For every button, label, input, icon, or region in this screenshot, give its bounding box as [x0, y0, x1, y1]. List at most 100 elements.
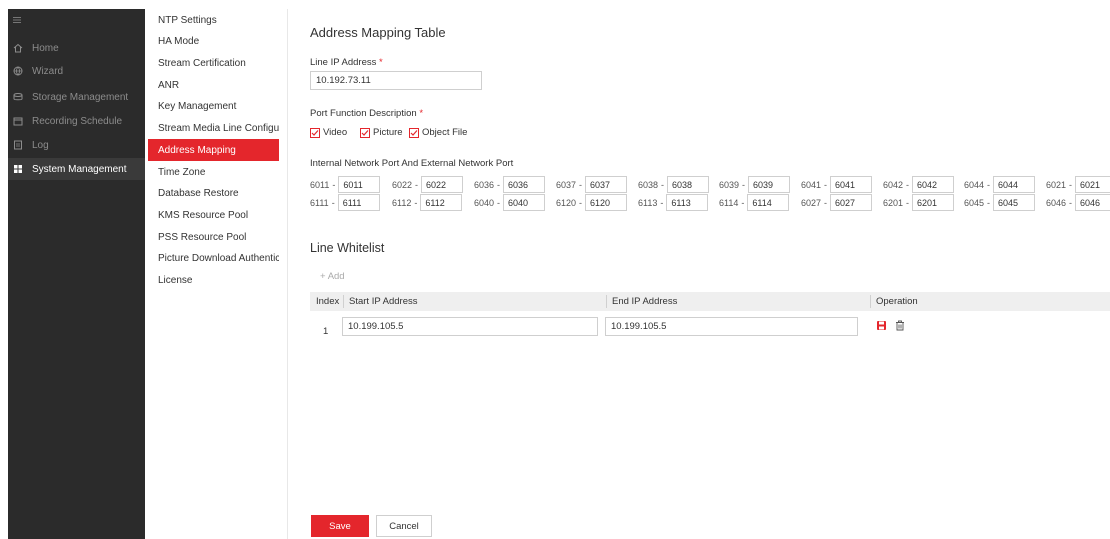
line-ip-label: Line IP Address * — [310, 57, 383, 68]
port-separator: - — [414, 197, 418, 208]
external-port-input[interactable]: 6113 — [666, 194, 709, 211]
main-content: Address Mapping Table Line IP Address * … — [289, 9, 1110, 539]
page-title: Address Mapping Table — [310, 25, 446, 40]
external-port-input[interactable]: 6021 — [1075, 176, 1110, 193]
sidebar-item-label: Log — [32, 139, 49, 151]
internal-port-label: 6120 — [556, 197, 577, 208]
sidebar-item-label: Home — [32, 42, 59, 54]
submenu: NTP Settings HA Mode Stream Certificatio… — [145, 9, 288, 539]
checkbox-picture[interactable]: Picture — [360, 127, 403, 138]
port-separator: - — [579, 197, 583, 208]
submenu-item-pss-resource-pool[interactable]: PSS Resource Pool — [148, 226, 279, 248]
port-separator: - — [906, 179, 910, 190]
port-pair: 6011-6011 — [310, 176, 381, 193]
submenu-item-ntp-settings[interactable]: NTP Settings — [148, 9, 279, 31]
port-pair: 6114-6114 — [719, 194, 790, 211]
submenu-item-picture-download[interactable]: Picture Download Authentica... — [148, 247, 279, 269]
port-pair: 6046-6046 — [1046, 194, 1110, 211]
checkbox-video[interactable]: Video — [310, 127, 347, 138]
external-port-input[interactable]: 6041 — [830, 176, 873, 193]
port-separator: - — [579, 179, 583, 190]
internal-port-label: 6040 — [474, 197, 495, 208]
trash-icon[interactable] — [895, 320, 905, 334]
main-sidebar: Home Wizard Storage Management Recording… — [8, 9, 145, 539]
internal-port-label: 6022 — [392, 179, 413, 190]
external-port-input[interactable]: 6040 — [503, 194, 546, 211]
external-port-input[interactable]: 6201 — [912, 194, 955, 211]
end-ip-input[interactable]: 10.199.105.5 — [605, 317, 858, 336]
submenu-item-stream-media-line[interactable]: Stream Media Line Configura... — [148, 117, 279, 139]
external-port-input[interactable]: 6044 — [993, 176, 1036, 193]
port-separator: - — [824, 179, 828, 190]
external-port-input[interactable]: 6036 — [503, 176, 546, 193]
port-mapping-label: Internal Network Port And External Netwo… — [310, 158, 514, 169]
line-ip-input[interactable]: 10.192.73.11 — [310, 71, 482, 90]
sidebar-item-storage-management[interactable]: Storage Management — [8, 86, 145, 108]
external-port-input[interactable]: 6042 — [912, 176, 955, 193]
external-port-input[interactable]: 6038 — [667, 176, 710, 193]
start-ip-input[interactable]: 10.199.105.5 — [342, 317, 598, 336]
sidebar-item-label: Recording Schedule — [32, 115, 123, 127]
checkbox-object-file[interactable]: Object File — [409, 127, 467, 138]
whitelist-table-header: Index Start IP Address End IP Address Op… — [310, 292, 1110, 311]
submenu-item-address-mapping[interactable]: Address Mapping — [148, 139, 279, 161]
sidebar-item-label: System Management — [32, 163, 127, 175]
internal-port-label: 6038 — [638, 179, 659, 190]
port-separator: - — [660, 197, 664, 208]
port-pair: 6111-6111 — [310, 194, 380, 211]
sidebar-item-label: Wizard — [32, 65, 64, 77]
port-separator: - — [741, 197, 745, 208]
checkmark-icon — [360, 127, 370, 138]
cancel-button[interactable]: Cancel — [376, 515, 432, 537]
internal-port-label: 6039 — [719, 179, 740, 190]
sidebar-item-recording-schedule[interactable]: Recording Schedule — [8, 110, 145, 132]
external-port-input[interactable]: 6039 — [748, 176, 791, 193]
internal-port-label: 6041 — [801, 179, 822, 190]
globe-icon — [12, 65, 24, 77]
menu-toggle[interactable] — [8, 9, 145, 31]
submenu-item-ha-mode[interactable]: HA Mode — [148, 30, 279, 52]
external-port-input[interactable]: 6046 — [1075, 194, 1110, 211]
add-button[interactable]: + Add — [320, 271, 345, 282]
submenu-item-anr[interactable]: ANR — [148, 74, 279, 96]
external-port-input[interactable]: 6111 — [337, 194, 380, 211]
submenu-item-kms-resource-pool[interactable]: KMS Resource Pool — [148, 204, 279, 226]
external-port-input[interactable]: 6011 — [338, 176, 381, 193]
column-header-start-ip: Start IP Address — [349, 296, 418, 307]
save-row-icon[interactable] — [876, 320, 887, 334]
home-icon — [12, 42, 24, 54]
sidebar-item-wizard[interactable]: Wizard — [8, 60, 145, 82]
checkmark-icon — [310, 127, 320, 138]
menu-icon[interactable] — [12, 15, 22, 25]
external-port-input[interactable]: 6037 — [585, 176, 628, 193]
submenu-item-stream-certification[interactable]: Stream Certification — [148, 52, 279, 74]
external-port-input[interactable]: 6112 — [420, 194, 463, 211]
port-pair: 6041-6041 — [801, 176, 873, 193]
port-pair: 6045-6045 — [964, 194, 1036, 211]
sidebar-item-home[interactable]: Home — [8, 37, 145, 59]
port-pair: 6022-6022 — [392, 176, 464, 193]
external-port-input[interactable]: 6045 — [993, 194, 1036, 211]
port-separator: - — [906, 197, 910, 208]
submenu-item-database-restore[interactable]: Database Restore — [148, 182, 279, 204]
external-port-input[interactable]: 6114 — [747, 194, 790, 211]
port-pair: 6039-6039 — [719, 176, 791, 193]
external-port-input[interactable]: 6022 — [421, 176, 464, 193]
save-button[interactable]: Save — [311, 515, 369, 537]
external-port-input[interactable]: 6120 — [585, 194, 628, 211]
external-port-input[interactable]: 6027 — [830, 194, 873, 211]
sidebar-item-label: Storage Management — [32, 91, 129, 103]
grid-icon — [12, 163, 24, 175]
port-pair: 6201-6201 — [883, 194, 955, 211]
submenu-item-time-zone[interactable]: Time Zone — [148, 161, 279, 183]
internal-port-label: 6113 — [638, 197, 658, 208]
sidebar-item-system-management[interactable]: System Management — [8, 158, 145, 180]
internal-port-label: 6044 — [964, 179, 985, 190]
submenu-item-license[interactable]: License — [148, 269, 279, 291]
submenu-item-key-management[interactable]: Key Management — [148, 95, 279, 117]
port-pair: 6038-6038 — [638, 176, 710, 193]
checkmark-icon — [409, 127, 419, 138]
sidebar-item-log[interactable]: Log — [8, 134, 145, 156]
calendar-icon — [12, 115, 24, 127]
port-pair: 6027-6027 — [801, 194, 873, 211]
